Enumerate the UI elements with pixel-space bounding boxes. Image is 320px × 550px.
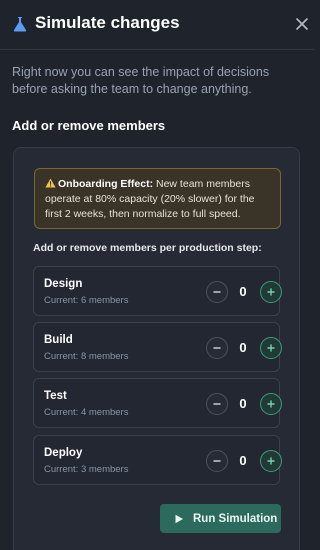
- play-icon: [175, 514, 183, 523]
- step-current: Current: 3 members: [44, 464, 129, 475]
- step-row-build: Build Current: 8 members 0: [33, 322, 282, 372]
- step-row-deploy: Deploy Current: 3 members 0: [33, 435, 282, 485]
- close-icon[interactable]: [294, 16, 310, 32]
- step-row-test: Test Current: 4 members 0: [33, 378, 282, 428]
- step-current: Current: 8 members: [44, 351, 129, 362]
- intro-text: Right now you can see the impact of deci…: [12, 65, 270, 96]
- minus-icon: [213, 347, 221, 349]
- plus-icon: [267, 400, 275, 408]
- plus-icon: [267, 288, 275, 296]
- run-simulation-button[interactable]: Run Simulation: [160, 504, 281, 533]
- decrease-build-button[interactable]: [206, 337, 228, 359]
- steps-label: Add or remove members per production ste…: [33, 242, 262, 254]
- warning-icon: [45, 178, 56, 188]
- minus-icon: [213, 460, 221, 462]
- step-name: Test: [44, 390, 67, 402]
- minus-icon: [213, 403, 221, 405]
- build-count: 0: [239, 340, 247, 355]
- increase-test-button[interactable]: [260, 393, 282, 415]
- decrease-deploy-button[interactable]: [206, 450, 228, 472]
- plus-icon: [267, 344, 275, 352]
- onboarding-warning: Onboarding Effect: New team members oper…: [34, 168, 281, 229]
- panel-header: Simulate changes: [0, 0, 314, 50]
- test-count: 0: [239, 396, 247, 411]
- flask-icon: [13, 17, 27, 32]
- warning-label: Onboarding Effect:: [58, 178, 154, 190]
- step-name: Deploy: [44, 447, 83, 459]
- step-name: Design: [44, 278, 83, 290]
- design-count: 0: [239, 284, 247, 299]
- section-title: Add or remove members: [12, 118, 166, 133]
- increase-deploy-button[interactable]: [260, 450, 282, 472]
- step-current: Current: 6 members: [44, 295, 129, 306]
- step-name: Build: [44, 334, 73, 346]
- deploy-count: 0: [239, 453, 247, 468]
- step-row-design: Design Current: 6 members 0: [33, 266, 282, 316]
- simulate-changes-panel: Simulate changes Right now you can see t…: [0, 0, 314, 550]
- decrease-design-button[interactable]: [206, 281, 228, 303]
- run-simulation-label: Run Simulation: [193, 512, 278, 525]
- increase-build-button[interactable]: [260, 337, 282, 359]
- minus-icon: [213, 291, 221, 293]
- increase-design-button[interactable]: [260, 281, 282, 303]
- step-current: Current: 4 members: [44, 407, 129, 418]
- decrease-test-button[interactable]: [206, 393, 228, 415]
- members-card: Onboarding Effect: New team members oper…: [13, 147, 300, 550]
- plus-icon: [267, 457, 275, 465]
- panel-title: Simulate changes: [35, 13, 180, 32]
